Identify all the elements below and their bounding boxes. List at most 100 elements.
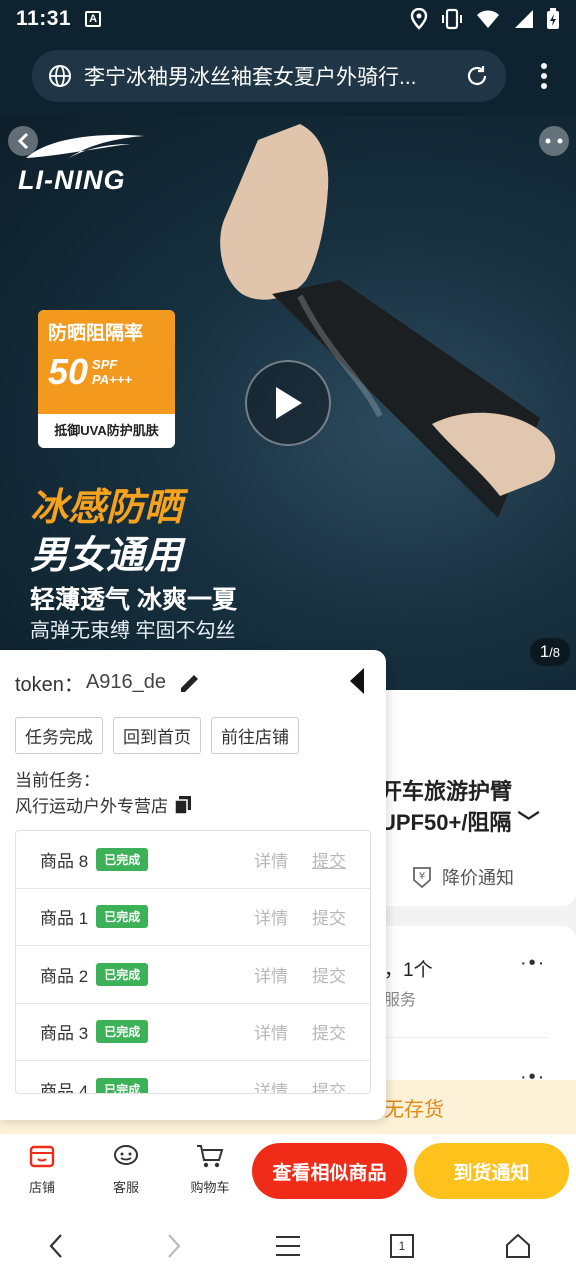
status-badge: 已完成 — [96, 1077, 149, 1093]
spec-more-icon[interactable]: ·•· — [520, 952, 546, 975]
tab-count: 1 — [398, 1239, 406, 1253]
spec-text: ，1个 — [384, 960, 433, 981]
page-title: 李宁冰袖男冰丝袖套女夏户外骑行... — [84, 66, 417, 89]
spf-badge-title: 防晒阻隔率 — [48, 323, 144, 344]
store-tab[interactable]: 店铺 — [12, 1142, 72, 1196]
submit-link[interactable]: 提交 — [312, 1077, 346, 1093]
spf-badge-footer: 抵御UVA防护肌肤 — [54, 423, 159, 438]
hero-headline-1: 冰感防晒 — [30, 487, 183, 529]
more-vert-icon[interactable] — [540, 62, 548, 90]
signal-icon — [515, 10, 533, 28]
location-icon — [410, 8, 428, 30]
item-name: 商品 2 — [40, 966, 89, 986]
goto-store-button[interactable]: 前往店铺 — [211, 717, 299, 754]
cart-icon — [197, 1145, 224, 1168]
product-title: 开车旅游护臂 UPF50+/阻隔 ﹀ — [380, 776, 576, 838]
task-done-button[interactable]: 任务完成 — [15, 717, 103, 754]
cart-tab[interactable]: 购物车 — [180, 1142, 240, 1196]
arrival-notify-button[interactable]: 到货通知 — [414, 1143, 569, 1199]
home-icon — [506, 1233, 530, 1258]
detail-link[interactable]: 详情 — [254, 1019, 288, 1044]
address-bar[interactable]: 李宁冰袖男冰丝袖套女夏户外骑行... — [32, 50, 506, 102]
system-nav-bar: 1 — [0, 1210, 576, 1280]
list-item: 商品 1 已完成 详情 提交 — [16, 889, 370, 946]
spf-badge: 防晒阻隔率 50 SPF PA+++ 抵御UVA防护肌肤 — [38, 310, 175, 448]
reload-icon[interactable] — [464, 63, 490, 89]
notification-icon: A — [85, 11, 102, 27]
collapse-panel-button[interactable] — [344, 666, 370, 696]
service-label: 客服 — [112, 1180, 139, 1195]
current-task-store: 风行运动户外专营店 — [15, 792, 192, 817]
submit-link[interactable]: 提交 — [312, 962, 346, 987]
menu-icon — [276, 1236, 300, 1256]
service-tab[interactable]: 客服 — [96, 1142, 156, 1196]
expand-icon[interactable]: ﹀ — [518, 810, 540, 835]
gallery-page-indicator: 1/8 — [529, 638, 570, 666]
bottom-action-bar: 店铺 客服 购物车 查看相似商品 到货通知 — [0, 1134, 576, 1210]
back-button[interactable] — [8, 126, 38, 156]
edit-icon[interactable] — [178, 671, 202, 695]
price-tag-icon: ¥ — [413, 867, 431, 889]
current-store-name: 风行运动户外专营店 — [15, 797, 168, 816]
task-list: 商品 8 已完成 详情 提交 商品 1 已完成 详情 提交 商品 2 已完成 详… — [15, 830, 371, 1094]
price-alert-button[interactable]: ¥ 降价通知 — [410, 864, 514, 890]
status-icons — [410, 8, 560, 30]
nav-tabs-button[interactable]: 1 — [384, 1228, 420, 1264]
customer-service-icon — [114, 1145, 138, 1165]
copy-icon[interactable] — [174, 795, 192, 815]
spf-unit: SPF — [92, 357, 118, 372]
arrow-forward-icon — [168, 1234, 181, 1258]
item-name: 商品 4 — [40, 1081, 89, 1094]
divider — [384, 1037, 548, 1038]
hero-tagline-1: 轻薄透气 冰爽一夏 — [30, 586, 237, 614]
detail-link[interactable]: 详情 — [254, 962, 288, 987]
more-dots-icon — [545, 138, 563, 144]
task-panel: token： A916_de 任务完成 回到首页 前往店铺 当前任务： 风行运动… — [0, 650, 386, 1120]
more-button[interactable] — [539, 126, 569, 156]
gallery-page-total: /8 — [549, 645, 560, 660]
token-label: token： — [15, 674, 84, 696]
list-item: 商品 2 已完成 详情 提交 — [16, 946, 370, 1004]
browser-toolbar: 李宁冰袖男冰丝袖套女夏户外骑行... — [0, 38, 576, 116]
token-value: A916_de — [85, 671, 167, 693]
vibrate-icon — [442, 8, 462, 30]
hero-headline-2: 男女通用 — [30, 535, 183, 577]
home-button[interactable]: 回到首页 — [113, 717, 201, 754]
detail-link[interactable]: 详情 — [254, 847, 288, 872]
product-title-line1: 开车旅游护臂 — [380, 779, 513, 804]
stock-status: 无存货 — [384, 1099, 444, 1121]
list-item: 商品 8 已完成 详情 提交 — [16, 831, 370, 889]
chevron-left-icon — [17, 132, 29, 150]
nav-forward-button[interactable] — [156, 1228, 192, 1264]
status-time: 11:31 — [16, 7, 72, 30]
play-video-button[interactable] — [245, 360, 331, 446]
detail-link[interactable]: 详情 — [254, 904, 288, 929]
brand-name: LI-NING — [18, 165, 126, 195]
submit-link[interactable]: 提交 — [312, 1019, 346, 1044]
cart-label: 购物车 — [190, 1180, 230, 1195]
nav-home-button[interactable] — [500, 1228, 536, 1264]
current-task-label: 当前任务： — [15, 771, 100, 790]
play-icon — [276, 387, 302, 419]
product-gallery[interactable]: LI-NING 防晒阻隔率 50 SPF PA+++ 抵御UVA防护肌肤 冰感防… — [0, 116, 576, 690]
price-alert-label: 降价通知 — [442, 868, 514, 888]
submit-link[interactable]: 提交 — [312, 847, 346, 872]
item-name: 商品 1 — [40, 909, 89, 929]
product-title-line2: UPF50+/阻隔 ﹀ — [380, 810, 540, 835]
arrow-back-icon — [49, 1234, 62, 1258]
detail-link[interactable]: 详情 — [254, 1077, 288, 1093]
token-row: token： A916_de — [15, 668, 202, 697]
nav-back-button[interactable] — [38, 1228, 74, 1264]
status-bar: 11:31 A — [0, 0, 576, 38]
status-badge: 已完成 — [96, 905, 149, 929]
spec-subtext: 服务 — [384, 992, 417, 1009]
nav-menu-button[interactable] — [270, 1228, 306, 1264]
item-name: 商品 8 — [40, 851, 89, 871]
panel-actions: 任务完成 回到首页 前往店铺 — [15, 717, 299, 754]
list-item: 商品 4 已完成 详情 提交 — [16, 1061, 370, 1094]
gallery-page-current: 1 — [539, 642, 550, 661]
wifi-icon — [477, 10, 499, 28]
list-item: 商品 3 已完成 详情 提交 — [16, 1004, 370, 1061]
submit-link[interactable]: 提交 — [312, 904, 346, 929]
view-similar-button[interactable]: 查看相似商品 — [252, 1143, 407, 1199]
